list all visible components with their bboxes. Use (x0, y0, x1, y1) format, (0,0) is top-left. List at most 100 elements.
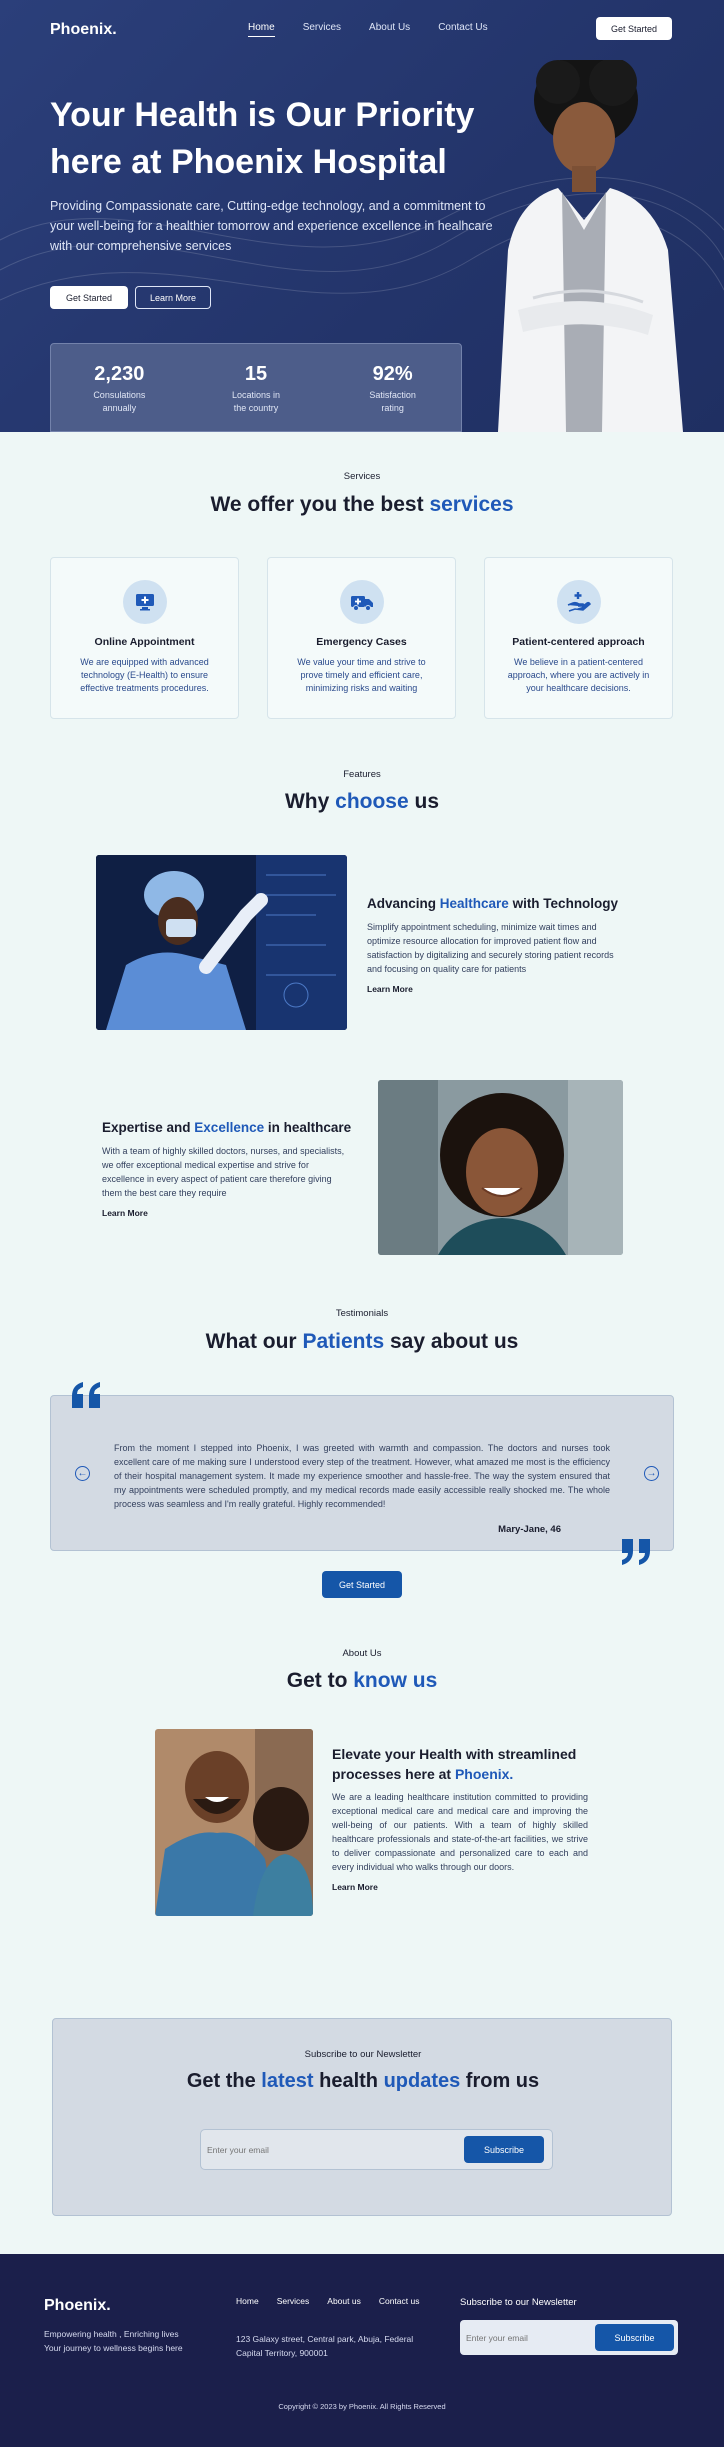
services-title: We offer you the best services (0, 493, 724, 517)
title-accent: latest (261, 2070, 314, 2092)
footer-newsletter-form: Subscribe (460, 2320, 678, 2355)
main-nav: Home Services About Us Contact Us (248, 22, 488, 37)
newsletter-tag: Subscribe to our Newsletter (304, 2049, 422, 2060)
title-text: Get to (286, 1669, 354, 1692)
service-card-online-appointment[interactable]: Online Appointment We are equipped with … (50, 557, 239, 719)
title-text: in healthcare (264, 1120, 352, 1135)
hand-care-icon (556, 580, 601, 624)
arrow-left-icon[interactable]: ← (75, 1466, 90, 1481)
card-text: We are equipped with advanced technology… (80, 657, 209, 693)
title-accent: Phoenix. (454, 1766, 514, 1782)
card-title: Patient-centered approach (512, 636, 645, 648)
footer-subscribe-button[interactable]: Subscribe (595, 2324, 674, 2351)
title-text: with Technology (508, 896, 619, 911)
footer-tagline-1: Empowering health , Enriching lives (44, 2329, 179, 2339)
testimonial-author: Mary-Jane, 46 (498, 1524, 561, 1535)
title-text: us (408, 790, 440, 813)
doctor-patient-photo (155, 1729, 313, 1916)
about-text: We are a leading healthcare institution … (332, 1792, 588, 1872)
nav-services[interactable]: Services (303, 22, 341, 37)
title-text: Why (284, 790, 336, 813)
stat-label: Locations in the country (231, 390, 281, 413)
learn-more-link[interactable]: Learn More (102, 1208, 352, 1218)
feature-text: Simplify appointment scheduling, minimiz… (367, 922, 614, 974)
hero-get-started-button[interactable]: Get Started (50, 286, 128, 309)
title-accent: Excellence (194, 1120, 265, 1135)
features-title: Why choose us (0, 790, 724, 814)
footer-address-1: 123 Galaxy street, Central park, Abuja, … (236, 2334, 414, 2344)
header-get-started-button[interactable]: Get Started (596, 17, 672, 40)
newsletter-form: Subscribe (200, 2129, 553, 2170)
ambulance-icon (339, 580, 384, 624)
stat-value: 2,230 (94, 363, 145, 385)
card-text: We believe in a patient-centered approac… (507, 657, 650, 693)
stat-label: Consulations annually (93, 390, 146, 413)
nav-home[interactable]: Home (248, 22, 275, 37)
title-text: health (313, 2070, 384, 2092)
stat-value: 15 (244, 363, 268, 385)
service-card-emergency[interactable]: Emergency Cases We value your time and s… (267, 557, 456, 719)
title-accent: Healthcare (439, 896, 509, 911)
footer-nav-home[interactable]: Home (236, 2296, 259, 2306)
quote-open-icon (72, 1382, 100, 1408)
testimonial-quote: From the moment I stepped into Phoenix, … (114, 1443, 610, 1509)
feature-technology: Advancing Healthcare with Technology Sim… (367, 894, 627, 994)
hero-stats-panel: 2,230 Consulations annually 15 Locations… (50, 343, 462, 432)
title-text: What our (205, 1330, 303, 1353)
feature-title: Advancing Healthcare with Technology (367, 894, 627, 914)
title-text: say about us (384, 1330, 519, 1353)
learn-more-link[interactable]: Learn More (332, 1882, 588, 1892)
feature-title: Expertise and Excellence in healthcare (102, 1118, 352, 1138)
smiling-woman-photo (378, 1080, 623, 1255)
nav-contact[interactable]: Contact Us (438, 22, 487, 37)
stat-satisfaction: 92% Satisfaction rating (324, 344, 461, 431)
about-tag: About Us (342, 1648, 382, 1659)
footer-nav-services[interactable]: Services (277, 2296, 310, 2306)
newsletter-email-input[interactable] (207, 2139, 447, 2161)
brand-logo[interactable]: Phoenix. (50, 21, 117, 39)
title-text: We offer you the best (210, 493, 430, 516)
testimonial-get-started-button[interactable]: Get Started (322, 1571, 402, 1598)
arrow-right-icon[interactable]: → (644, 1466, 659, 1481)
title-accent: Patients (302, 1330, 385, 1353)
quote-close-icon (622, 1539, 650, 1565)
footer-newsletter-title: Subscribe to our Newsletter (460, 2297, 577, 2308)
newsletter-subscribe-button[interactable]: Subscribe (464, 2136, 544, 2163)
hero-subtitle: Providing Compassionate care, Cutting-ed… (50, 199, 493, 253)
footer-address-2: Capital Territory, 900001 (236, 2348, 328, 2358)
stat-label: Satisfaction rating (369, 390, 416, 413)
title-text: Advancing (367, 896, 440, 911)
stat-consultations: 2,230 Consulations annually (51, 344, 188, 431)
testimonials-tag: Testimonials (335, 1308, 389, 1319)
footer-tagline-2: Your journey to wellness begins here (44, 2343, 183, 2353)
testimonials-title: What our Patients say about us (0, 1330, 724, 1354)
copyright-text: Copyright © 2023 by Phoenix. All Rights … (278, 2402, 446, 2411)
card-title: Emergency Cases (316, 636, 407, 648)
site-footer: Phoenix. Empowering health , Enriching l… (0, 2254, 724, 2447)
learn-more-link[interactable]: Learn More (367, 984, 627, 994)
about-heading: Elevate your Health with streamlined pro… (332, 1744, 588, 1784)
footer-nav: Home Services About us Contact us (236, 2296, 419, 2306)
title-accent: services (429, 493, 514, 516)
title-accent: know us (353, 1669, 438, 1692)
feature-text: With a team of highly skilled doctors, n… (102, 1146, 345, 1198)
footer-nav-contact[interactable]: Contact us (379, 2296, 420, 2306)
footer-nav-about[interactable]: About us (327, 2296, 361, 2306)
stat-locations: 15 Locations in the country (188, 344, 325, 431)
nav-about[interactable]: About Us (369, 22, 410, 37)
about-title: Get to know us (0, 1669, 724, 1693)
stat-value: 92% (372, 363, 413, 385)
hero-learn-more-button[interactable]: Learn More (135, 286, 211, 309)
footer-email-input[interactable] (466, 2327, 586, 2348)
service-card-patient-centered[interactable]: Patient-centered approach We believe in … (484, 557, 673, 719)
hero-section: Phoenix. Home Services About Us Contact … (0, 0, 724, 432)
nurse-technology-photo (96, 855, 347, 1030)
newsletter-section: Subscribe to our Newsletter Get the late… (52, 2018, 672, 2216)
feature-expertise: Expertise and Excellence in healthcare W… (102, 1118, 352, 1218)
title-text: Get the (186, 2070, 262, 2092)
title-text: from us (460, 2070, 540, 2092)
card-title: Online Appointment (94, 636, 195, 648)
footer-logo[interactable]: Phoenix. (44, 2297, 111, 2315)
title-accent: updates (383, 2070, 461, 2092)
services-tag: Services (343, 471, 381, 482)
